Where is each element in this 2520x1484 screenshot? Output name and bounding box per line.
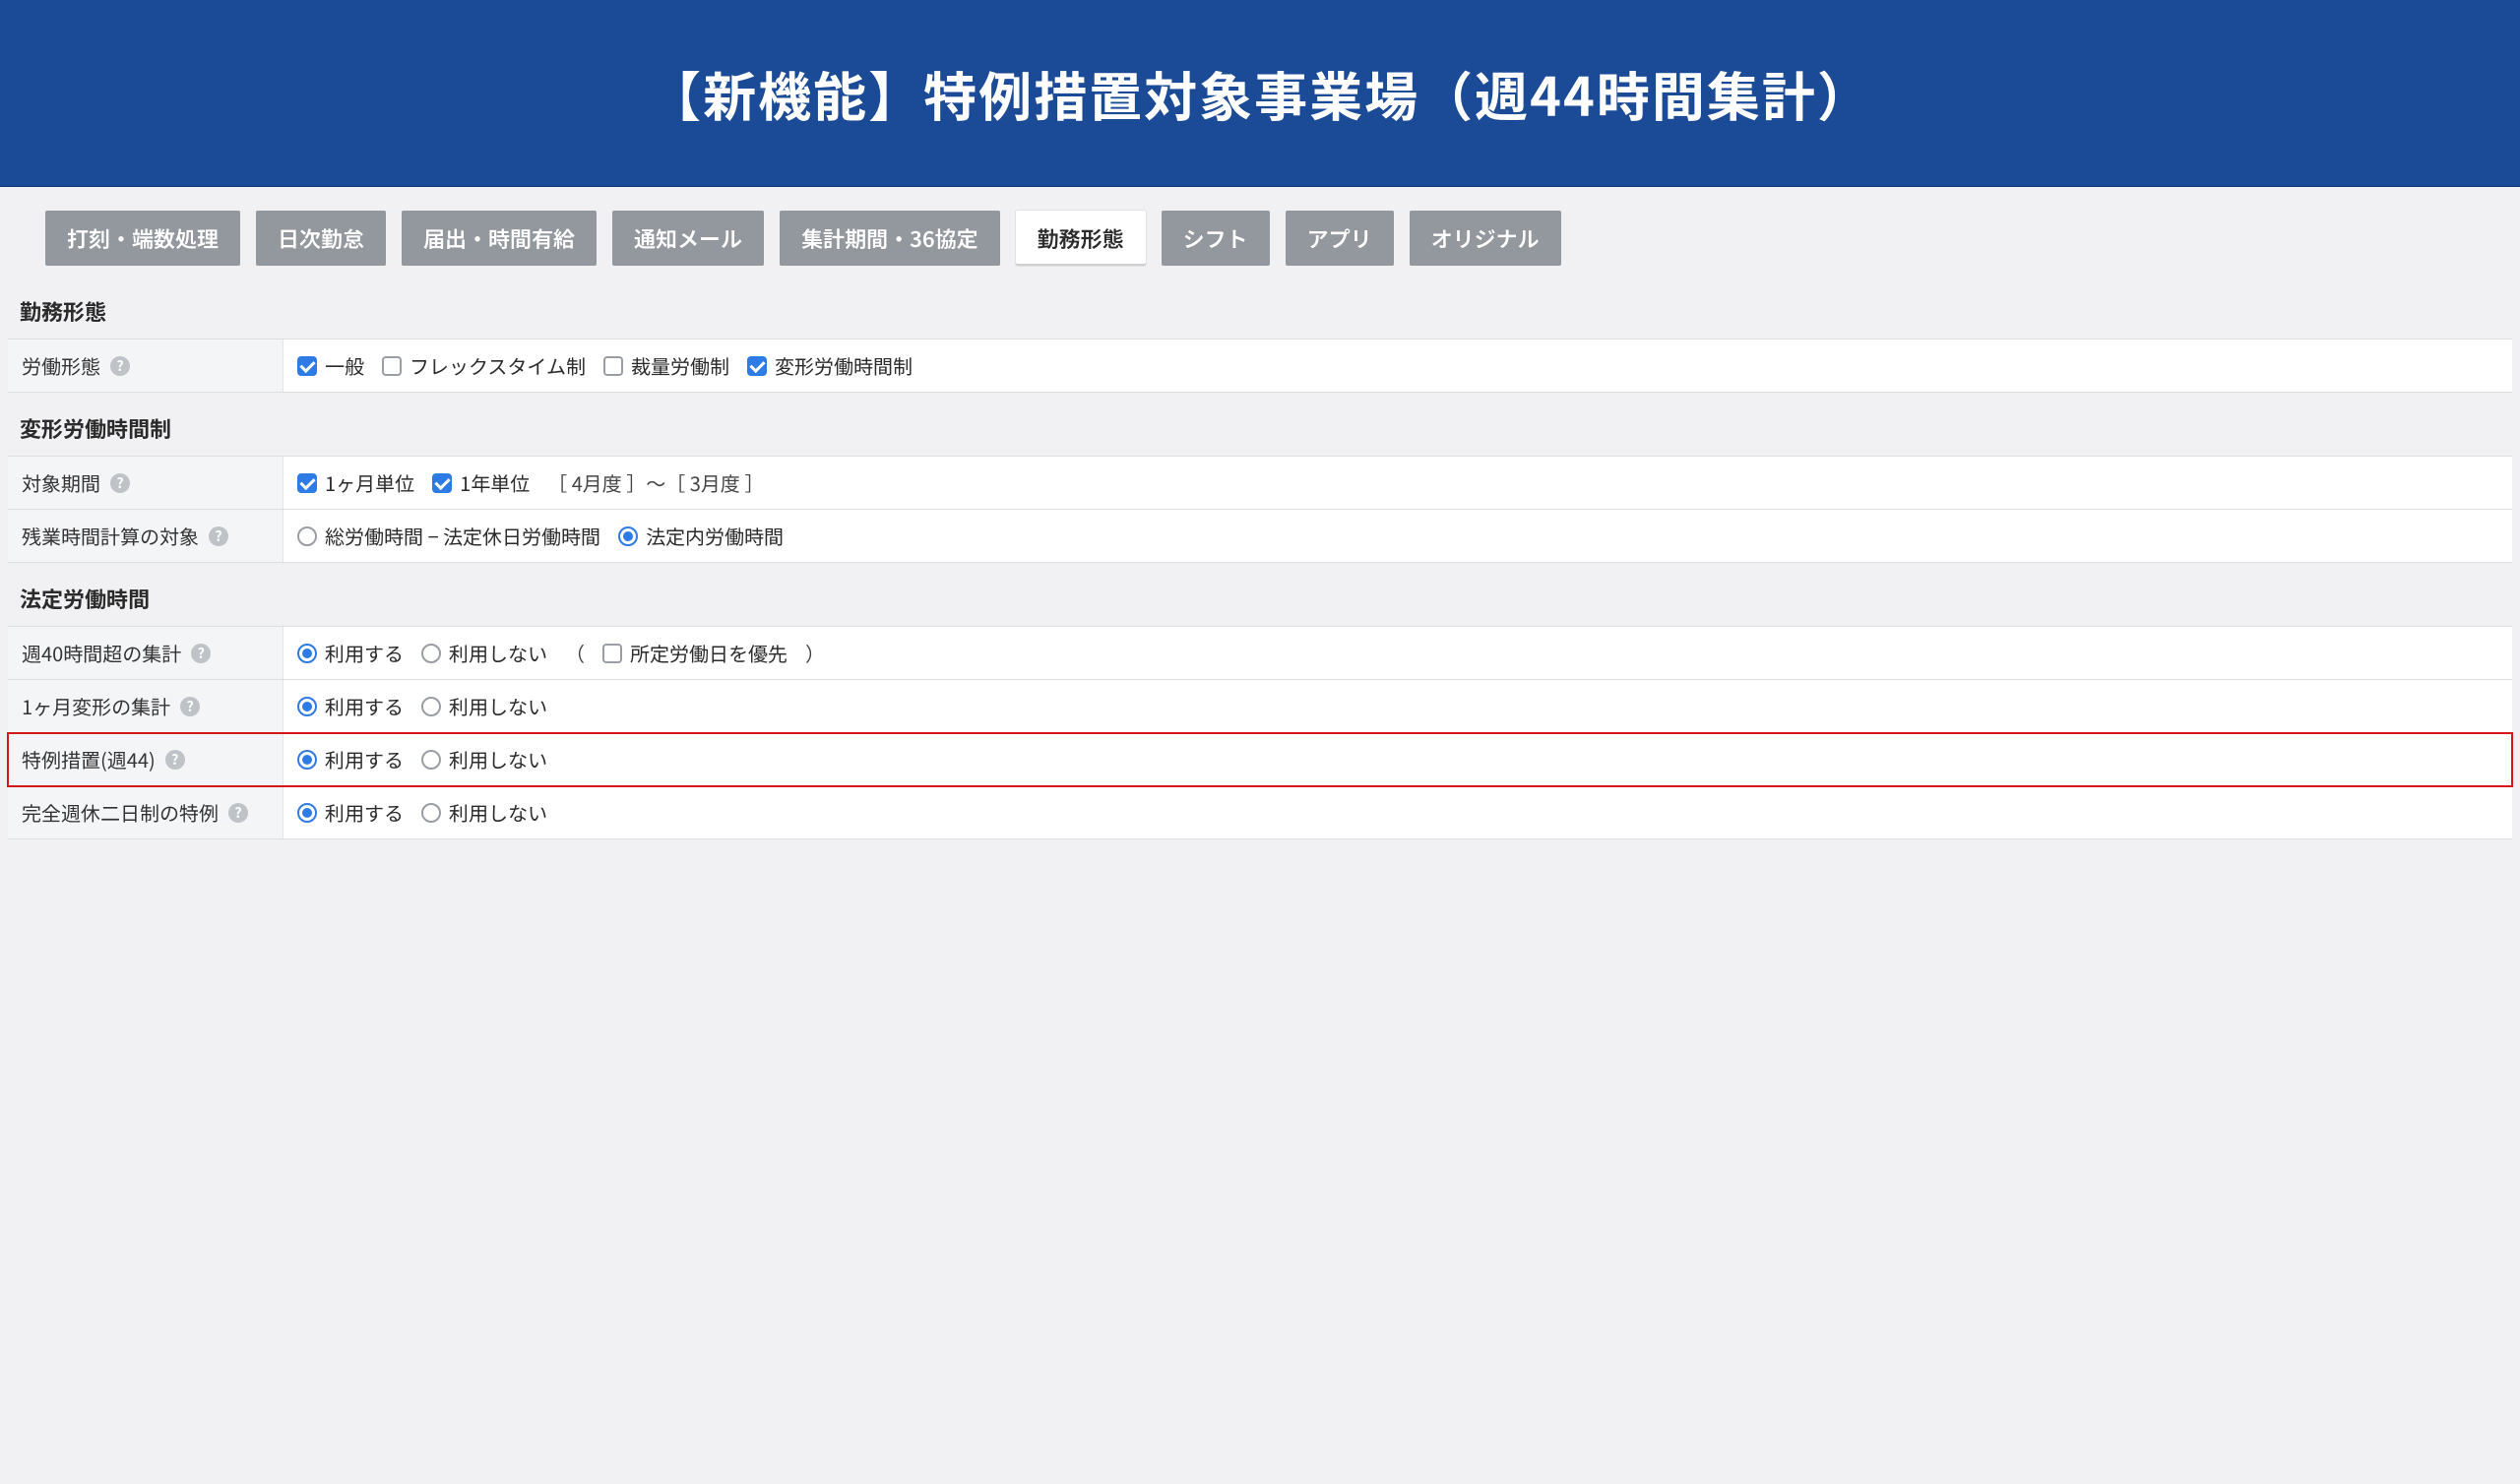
section-title-variable: 変形労働時間制 [8,393,2512,456]
row-value: 利用する 利用しない [284,786,2512,838]
row-label: 労働形態 ? [8,340,284,392]
row-work-type: 労働形態 ? 一般 フレックスタイム制 裁量労働制 変形労働時 [8,339,2512,393]
row-label: 1ヶ月変形の集計 ? [8,680,284,732]
paren-open: （ [565,639,585,667]
row-label: 対象期間 ? [8,457,284,509]
radio-total-minus-holiday[interactable]: 総労働時間 − 法定休日労働時間 [297,522,600,550]
tab-4[interactable]: 集計期間・36協定 [780,211,1000,266]
row-value: 一般 フレックスタイム制 裁量労働制 変形労働時間制 [284,340,2512,392]
help-icon[interactable]: ? [110,473,130,493]
tab-3[interactable]: 通知メール [612,211,764,266]
paren-close: ） [805,639,825,667]
checkbox-1month[interactable]: 1ヶ月単位 [297,468,414,497]
radio-use[interactable]: 利用する [297,692,404,720]
row-label: 特例措置(週44) ? [8,733,284,785]
help-icon[interactable]: ? [228,803,248,823]
help-icon[interactable]: ? [110,356,130,376]
tab-6[interactable]: シフト [1162,211,1270,266]
tab-0[interactable]: 打刻・端数処理 [45,211,240,266]
radio-use[interactable]: 利用する [297,745,404,773]
row-value: 1ヶ月単位 1年単位 ［ 4月度 ］～［ 3月度 ］ [284,457,2512,509]
tab-1[interactable]: 日次勤怠 [256,211,386,266]
label-text: 労働形態 [22,351,100,380]
tab-8[interactable]: オリジナル [1410,211,1561,266]
section-variable: 対象期間 ? 1ヶ月単位 1年単位 ［ 4月度 ］～［ 3月度 ］ 残業時間計算… [8,456,2512,563]
checkbox-flex[interactable]: フレックスタイム制 [382,351,586,380]
row-target-period: 対象期間 ? 1ヶ月単位 1年単位 ［ 4月度 ］～［ 3月度 ］ [8,456,2512,510]
year-range: ［ 4月度 ］～［ 3月度 ］ [547,468,764,497]
section-legal: 週40時間超の集計 ? 利用する 利用しない （ 所定労働日を優先 ） [8,626,2512,839]
row-overtime-calc: 残業時間計算の対象 ? 総労働時間 − 法定休日労働時間 法定内労働時間 [8,510,2512,563]
radio-not-use[interactable]: 利用しない [421,798,547,827]
help-icon[interactable]: ? [191,644,211,663]
checkbox-scheduled-priority[interactable]: 所定労働日を優先 [602,639,788,667]
row-label: 週40時間超の集計 ? [8,627,284,679]
tab-2[interactable]: 届出・時間有給 [402,211,597,266]
tab-7[interactable]: アプリ [1286,211,1394,266]
radio-not-use[interactable]: 利用しない [421,692,547,720]
help-icon[interactable]: ? [180,697,200,716]
banner: 【新機能】特例措置対象事業場（週44時間集計） [0,0,2520,187]
row-full-two-day-weekend: 完全週休二日制の特例 ? 利用する 利用しない [8,786,2512,839]
banner-title: 【新機能】特例措置対象事業場（週44時間集計） [648,54,1872,132]
radio-not-use[interactable]: 利用しない [421,639,547,667]
radio-use[interactable]: 利用する [297,798,404,827]
row-week44-special: 特例措置(週44) ? 利用する 利用しない [8,733,2512,786]
checkbox-1year[interactable]: 1年単位 [432,468,530,497]
row-label: 残業時間計算の対象 ? [8,510,284,562]
row-week40: 週40時間超の集計 ? 利用する 利用しない （ 所定労働日を優先 ） [8,626,2512,680]
help-icon[interactable]: ? [165,750,185,770]
row-value: 総労働時間 − 法定休日労働時間 法定内労働時間 [284,510,2512,562]
section-title-legal: 法定労働時間 [8,563,2512,626]
radio-use[interactable]: 利用する [297,639,404,667]
row-label: 完全週休二日制の特例 ? [8,786,284,838]
checkbox-variable[interactable]: 変形労働時間制 [747,351,913,380]
help-icon[interactable]: ? [209,526,228,546]
row-value: 利用する 利用しない [284,733,2512,785]
row-1month-variable: 1ヶ月変形の集計 ? 利用する 利用しない [8,680,2512,733]
settings-content: 打刻・端数処理日次勤怠届出・時間有給通知メール集計期間・36協定勤務形態シフトア… [0,187,2520,879]
section-title-work-style: 勤務形態 [8,276,2512,339]
section-work-style: 労働形態 ? 一般 フレックスタイム制 裁量労働制 変形労働時 [8,339,2512,393]
row-value: 利用する 利用しない [284,680,2512,732]
checkbox-general[interactable]: 一般 [297,351,364,380]
radio-legal-hours[interactable]: 法定内労働時間 [618,522,784,550]
checkbox-discretion[interactable]: 裁量労働制 [603,351,729,380]
tab-5[interactable]: 勤務形態 [1016,211,1146,266]
tabs-bar: 打刻・端数処理日次勤怠届出・時間有給通知メール集計期間・36協定勤務形態シフトア… [8,187,2512,276]
radio-not-use[interactable]: 利用しない [421,745,547,773]
row-value: 利用する 利用しない （ 所定労働日を優先 ） [284,627,2512,679]
